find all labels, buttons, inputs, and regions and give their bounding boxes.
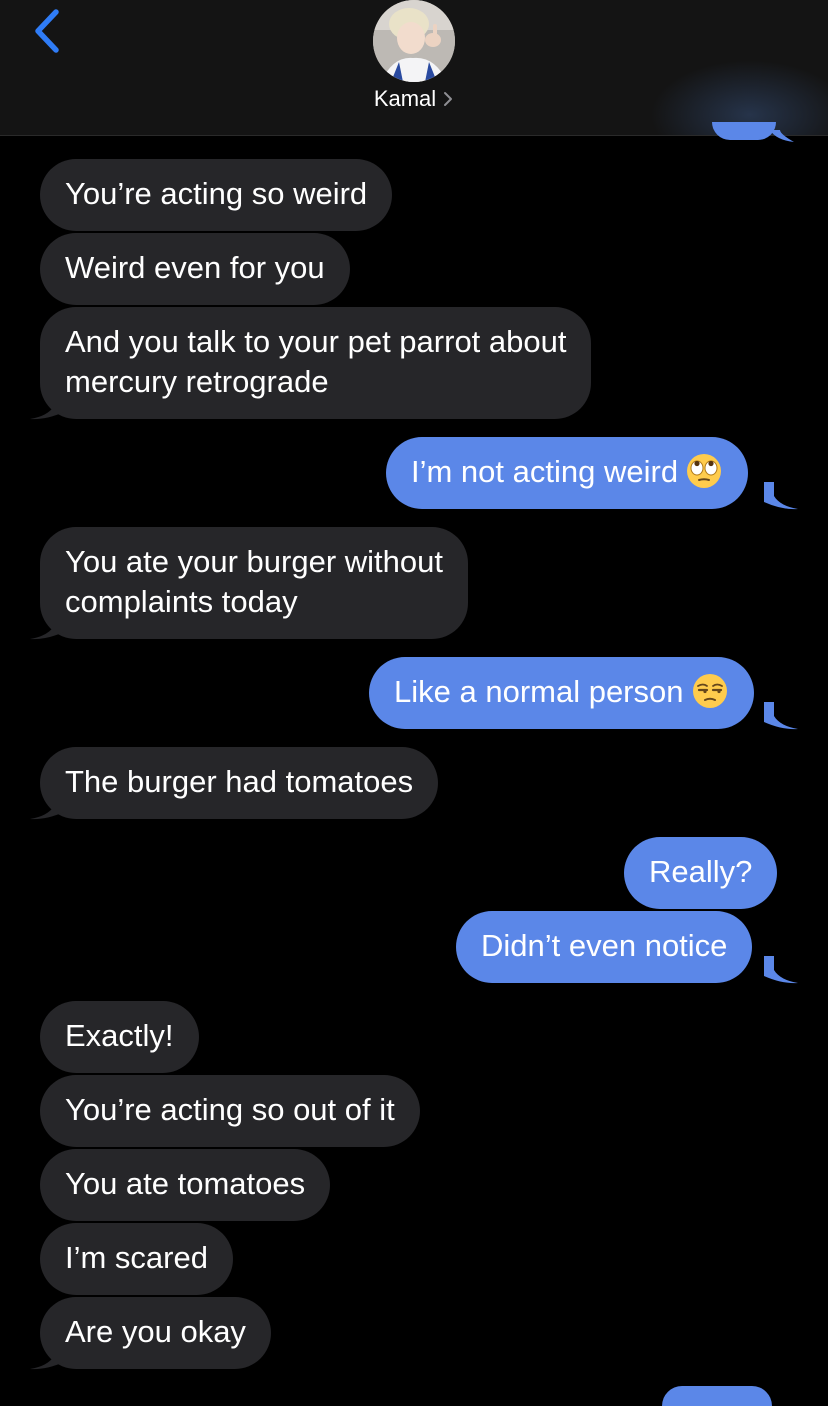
message-incoming[interactable]: You ate tomatoes bbox=[40, 1149, 331, 1221]
eye-roll-emoji bbox=[687, 453, 722, 488]
contact-name-button[interactable]: Kamal bbox=[0, 84, 828, 114]
back-button[interactable] bbox=[26, 6, 70, 56]
message-incoming[interactable]: You’re acting so out of it bbox=[40, 1075, 420, 1147]
message-incoming[interactable]: You’re acting so weird bbox=[40, 159, 393, 231]
message-text-line: complaints today bbox=[65, 584, 298, 619]
message-text: Are you okay bbox=[65, 1314, 246, 1349]
message-text: Didn’t even notice bbox=[481, 928, 728, 963]
previous-outgoing-bubble-peek bbox=[712, 122, 776, 140]
message-incoming[interactable]: Are you okay bbox=[40, 1297, 271, 1369]
outgoing-bubble-tail bbox=[764, 702, 798, 730]
message-text-line: And you talk to your pet parrot about bbox=[65, 324, 567, 359]
incoming-bubble-tail bbox=[30, 392, 64, 420]
outgoing-bubble-tail bbox=[764, 956, 798, 984]
message-text: Weird even for you bbox=[65, 250, 325, 285]
message-text: You’re acting so out of it bbox=[65, 1092, 395, 1127]
contact-name: Kamal bbox=[373, 86, 437, 111]
conversation-header: Kamal bbox=[0, 0, 828, 136]
message-outgoing[interactable]: I’m not acting weird bbox=[386, 437, 749, 509]
message-text: You ate tomatoes bbox=[65, 1166, 306, 1201]
message-text-line: mercury retrograde bbox=[65, 364, 329, 399]
message-outgoing[interactable]: Didn’t even notice bbox=[456, 911, 753, 983]
message-text: You’re acting so weird bbox=[65, 176, 368, 211]
incoming-bubble-tail bbox=[30, 612, 64, 640]
unamused-face-emoji bbox=[692, 673, 727, 708]
message-outgoing[interactable]: Really? bbox=[624, 837, 778, 909]
message-incoming[interactable]: And you talk to your pet parrot about me… bbox=[40, 307, 592, 419]
avatar-photo bbox=[373, 0, 455, 82]
message-outgoing[interactable]: Like a normal person bbox=[369, 657, 754, 729]
chevron-left-icon bbox=[35, 9, 59, 53]
message-text: I’m scared bbox=[65, 1240, 208, 1275]
message-incoming[interactable]: The burger had tomatoes bbox=[40, 747, 439, 819]
chevron-right-icon bbox=[444, 91, 453, 106]
contact-avatar[interactable] bbox=[373, 0, 455, 82]
message-text: I’m not acting weird bbox=[411, 454, 679, 489]
message-incoming[interactable]: I’m scared bbox=[40, 1223, 233, 1295]
message-text: Like a normal person bbox=[394, 674, 684, 709]
message-text: The burger had tomatoes bbox=[65, 764, 414, 799]
message-text: Really? bbox=[649, 854, 753, 889]
message-incoming[interactable]: Weird even for you bbox=[40, 233, 350, 305]
bubble-tail bbox=[770, 130, 794, 142]
incoming-bubble-tail bbox=[30, 1342, 64, 1370]
incoming-bubble-tail bbox=[30, 792, 64, 820]
message-incoming[interactable]: You ate your burger without complaints t… bbox=[40, 527, 468, 639]
outgoing-bubble-tail bbox=[764, 482, 798, 510]
next-outgoing-bubble-peek bbox=[662, 1386, 772, 1406]
message-text: Exactly! bbox=[65, 1018, 174, 1053]
message-text-line: You ate your burger without bbox=[65, 544, 443, 579]
message-incoming[interactable]: Exactly! bbox=[40, 1001, 199, 1073]
